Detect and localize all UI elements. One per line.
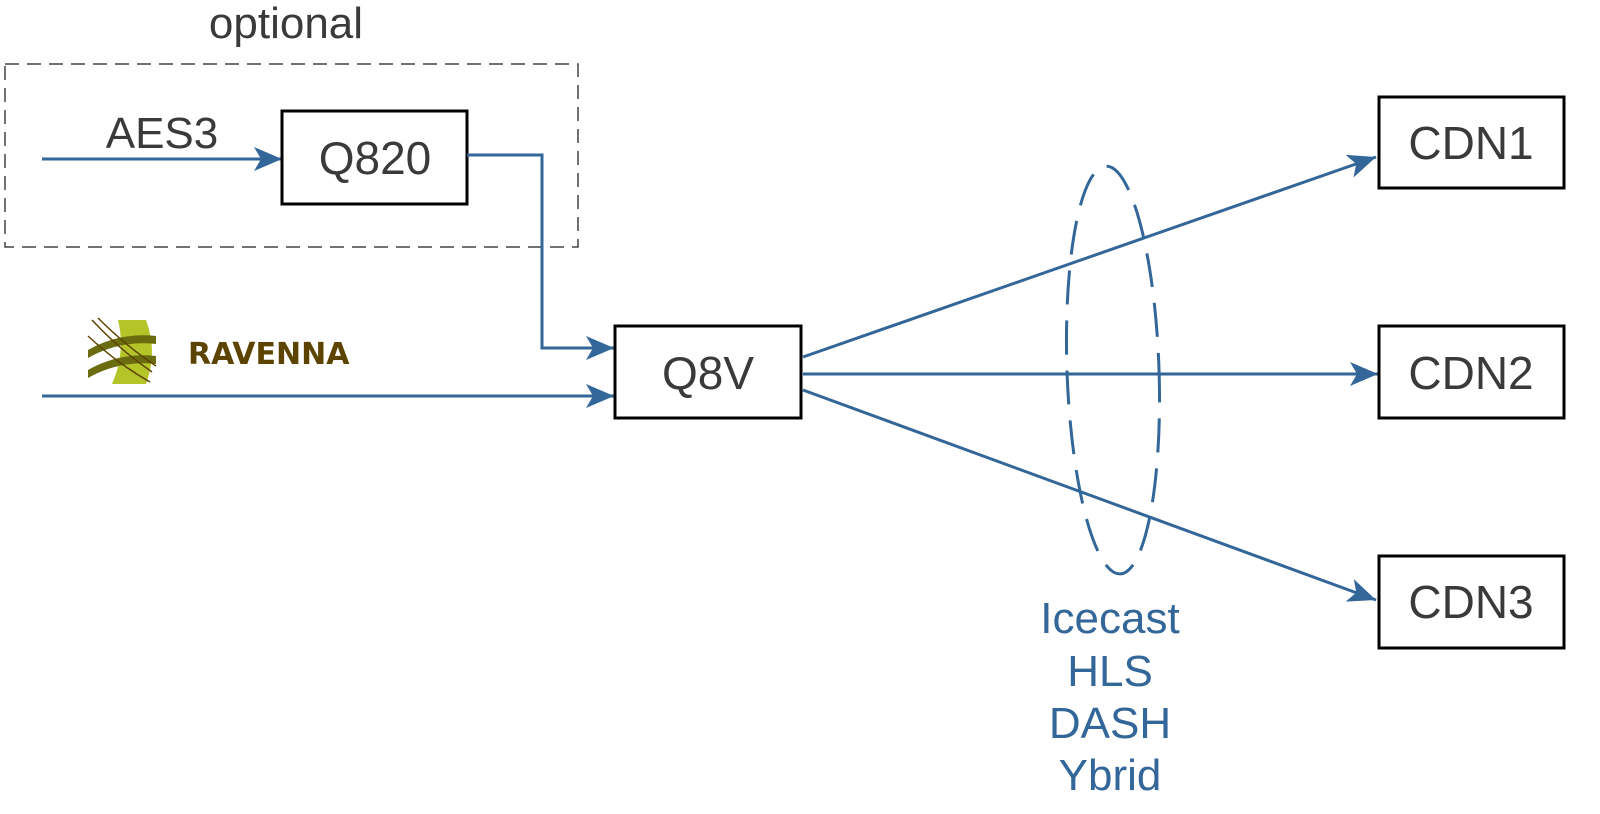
q8v-label: Q8V — [662, 347, 754, 399]
ravenna-logo-shape — [112, 320, 152, 384]
protocol-label: DASH — [1049, 699, 1171, 748]
q820-to-q8v-arrow — [467, 153, 614, 360]
q8v-to-cdn1-arrow — [802, 154, 1377, 359]
ravenna-logo-text: RAVENNA — [188, 337, 350, 372]
node-cdn3[interactable]: CDN3 — [1377, 554, 1566, 650]
q8v-to-cdn3-arrow — [802, 388, 1377, 602]
diagram-canvas: optional AES3 Q820 RAVENNA Q8V CDN1 CDN2 — [4, 0, 1566, 800]
optional-label: optional — [209, 0, 363, 48]
node-cdn1[interactable]: CDN1 — [1377, 95, 1566, 190]
protocol-label: Ybrid — [1059, 751, 1162, 800]
cdn1-label: CDN1 — [1408, 117, 1533, 169]
node-q820[interactable]: Q820 — [280, 109, 469, 206]
protocol-group-ellipse — [1064, 164, 1162, 576]
ravenna-logo: RAVENNA — [87, 317, 350, 384]
cdn2-label: CDN2 — [1408, 347, 1533, 399]
q820-label: Q820 — [319, 132, 432, 184]
node-q8v[interactable]: Q8V — [613, 324, 803, 420]
protocol-label: Icecast — [1040, 594, 1179, 643]
node-cdn2[interactable]: CDN2 — [1377, 324, 1566, 420]
cdn3-label: CDN3 — [1408, 576, 1533, 628]
aes3-label: AES3 — [106, 109, 219, 158]
protocol-label: HLS — [1067, 647, 1153, 696]
